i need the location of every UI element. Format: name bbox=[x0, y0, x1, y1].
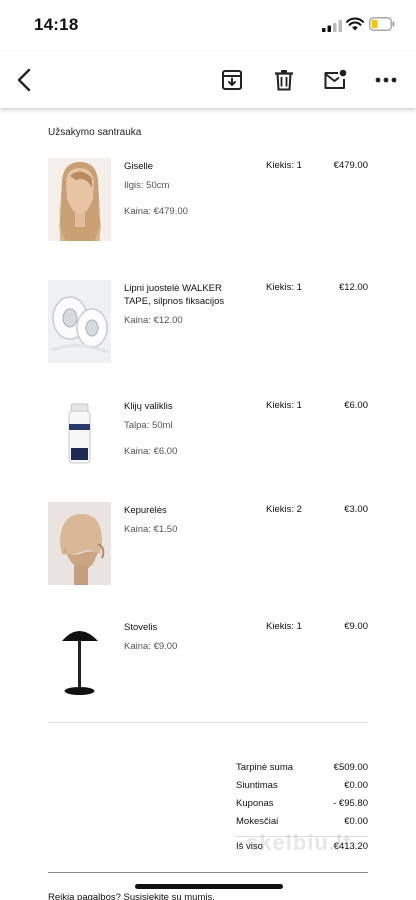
product-image-wig bbox=[48, 158, 111, 241]
status-bar: 14:18 bbox=[0, 0, 416, 50]
shipping-row: Siuntimas €0.00 bbox=[236, 780, 368, 798]
footer-divider bbox=[48, 872, 368, 873]
order-item: Lipni juostelė WALKER TAPE, silpnos fiks… bbox=[48, 280, 368, 370]
coupon-value: - €95.80 bbox=[333, 798, 368, 809]
mail-toolbar bbox=[0, 52, 416, 108]
item-detail: Ilgis: 50cm bbox=[124, 180, 170, 191]
item-total: €12.00 bbox=[338, 282, 368, 293]
item-unit-price: Kaina: €12.00 bbox=[124, 315, 183, 326]
tax-value: €0.00 bbox=[344, 816, 368, 827]
item-quantity: Kiekis: 1 bbox=[266, 400, 302, 411]
status-time: 14:18 bbox=[34, 15, 79, 34]
item-detail: Talpa: 50ml bbox=[124, 420, 173, 431]
item-quantity: Kiekis: 1 bbox=[266, 621, 302, 632]
email-body[interactable]: Užsakymo santrauka Giselle Ilgis: 50cm K… bbox=[0, 110, 416, 900]
product-image-remover bbox=[48, 398, 111, 481]
item-name: Kepurėlės bbox=[124, 505, 167, 516]
back-button[interactable] bbox=[10, 66, 38, 94]
delete-button[interactable] bbox=[270, 66, 298, 94]
cellular-signal-icon bbox=[322, 20, 342, 32]
order-item: Stovelis Kaina: €9.00 Kiekis: 1 €9.00 bbox=[48, 619, 368, 709]
chevron-left-icon bbox=[17, 68, 31, 92]
order-item: Klijų valiklis Talpa: 50ml Kaina: €6.00 … bbox=[48, 398, 368, 488]
trash-icon bbox=[275, 70, 293, 91]
product-image-tape bbox=[48, 280, 111, 363]
more-horizontal-icon bbox=[375, 77, 397, 83]
order-item: Kepurėlės Kaina: €1.50 Kiekis: 2 €3.00 bbox=[48, 502, 368, 592]
item-name: Klijų valiklis bbox=[124, 401, 173, 412]
product-image-stand bbox=[48, 619, 111, 702]
more-button[interactable] bbox=[372, 66, 400, 94]
order-item: Giselle Ilgis: 50cm Kaina: €479.00 Kieki… bbox=[48, 158, 368, 248]
item-total: €3.00 bbox=[344, 504, 368, 515]
item-name: Lipni juostelė WALKER TAPE, silpnos fiks… bbox=[124, 283, 225, 307]
help-text[interactable]: Reikia pagalbos? Susisiekite su mumis. bbox=[48, 892, 215, 900]
item-unit-price: Kaina: €1.50 bbox=[124, 524, 178, 535]
archive-icon bbox=[222, 70, 242, 90]
mark-unread-button[interactable] bbox=[321, 66, 349, 94]
home-indicator[interactable] bbox=[135, 884, 283, 889]
watermark: skelbiu.lt bbox=[246, 830, 352, 855]
shipping-label: Siuntimas bbox=[236, 780, 278, 791]
subtotal-label: Tarpinė suma bbox=[236, 762, 294, 773]
wifi-icon bbox=[346, 17, 364, 31]
subtotal-row: Tarpinė suma €509.00 bbox=[236, 762, 368, 780]
archive-button[interactable] bbox=[218, 66, 246, 94]
battery-low-icon bbox=[369, 17, 395, 31]
item-name: Giselle bbox=[124, 161, 154, 172]
item-quantity: Kiekis: 1 bbox=[266, 160, 302, 171]
shipping-value: €0.00 bbox=[344, 780, 368, 791]
order-summary-title: Užsakymo santrauka bbox=[48, 127, 142, 138]
item-total: €479.00 bbox=[333, 160, 368, 171]
item-unit-price: Kaina: €479.00 bbox=[124, 206, 188, 217]
item-total: €6.00 bbox=[344, 400, 368, 411]
item-quantity: Kiekis: 1 bbox=[266, 282, 302, 293]
item-unit-price: Kaina: €6.00 bbox=[124, 446, 178, 457]
subtotal-value: €509.00 bbox=[333, 762, 368, 773]
product-image-cap bbox=[48, 502, 111, 585]
tax-label: Mokesčiai bbox=[236, 816, 279, 827]
mail-unread-icon bbox=[324, 69, 347, 89]
item-total: €9.00 bbox=[344, 621, 368, 632]
coupon-label: Kuponas bbox=[236, 798, 274, 809]
item-unit-price: Kaina: €9.00 bbox=[124, 641, 178, 652]
coupon-row: Kuponas - €95.80 bbox=[236, 798, 368, 816]
items-divider bbox=[48, 722, 368, 723]
item-quantity: Kiekis: 2 bbox=[266, 504, 302, 515]
item-name: Stovelis bbox=[124, 622, 158, 633]
